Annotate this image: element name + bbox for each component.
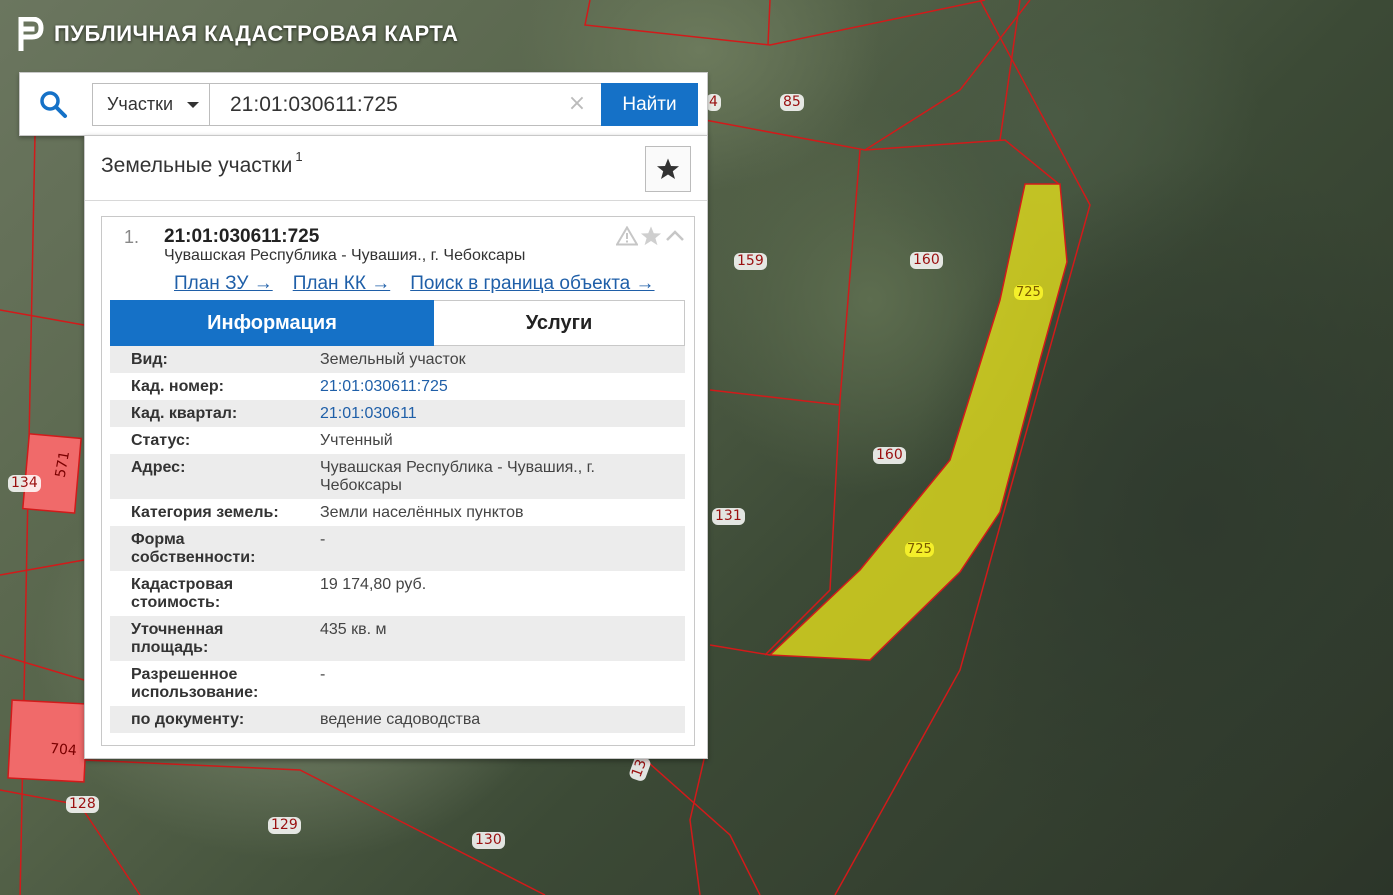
card-links: План ЗУ → План КК → Поиск в граница объе… [174,273,655,295]
info-key: Категория земель: [131,504,279,521]
info-value: 435 кв. м [320,621,387,638]
card-actions [616,225,686,247]
info-key: Адрес: [131,459,186,476]
info-row-address: Адрес: Чувашская Республика - Чувашия., … [110,454,685,499]
parcel-571[interactable] [21,433,82,514]
tab-services[interactable]: Услуги [434,300,685,346]
info-key: Разрешенное использование: [131,666,259,701]
parcel-label[interactable]: 159 [734,253,767,270]
cad-number-link[interactable]: 21:01:030611:725 [300,378,685,396]
info-value: ведение садоводства [320,711,481,728]
info-row-cad-quarter: Кад. квартал: 21:01:030611 [110,400,685,427]
result-cadastral-number[interactable]: 21:01:030611:725 [164,226,319,248]
panel-divider [85,200,707,201]
search-icon[interactable] [38,89,68,119]
selected-parcel-label[interactable]: 725 [905,542,934,557]
info-key: Уточненная площадь: [131,621,224,656]
info-key: Форма собственности: [131,531,256,566]
info-row-by-document: по документу: ведение садоводства [110,706,685,733]
search-type-select[interactable]: Участки [92,83,210,126]
search-input[interactable] [209,83,602,126]
rosreestr-logo-icon[interactable] [18,17,44,51]
info-row-type: Вид: Земельный участок [110,346,685,373]
parcel-label[interactable]: 134 [8,475,41,492]
plan-kk-link[interactable]: План КК → [293,273,391,295]
plan-zu-link[interactable]: План ЗУ → [174,273,273,295]
search-type-label: Участки [107,94,173,114]
cad-quarter-link[interactable]: 21:01:030611 [300,405,685,423]
result-address: Чувашская Республика - Чувашия., г. Чебо… [164,247,526,264]
info-value: 19 174,80 руб. [320,576,427,593]
info-row-cadastral-value: Кадастровая стоимость: 19 174,80 руб. [110,571,685,616]
parcel-label[interactable]: 131 [712,508,745,525]
clear-search-icon[interactable]: × [566,91,588,117]
info-key: Статус: [131,432,191,449]
info-value: Земельный участок [320,351,466,368]
parcel-label[interactable]: 4 [706,94,721,111]
info-key: Кад. номер: [131,378,224,395]
favorites-button[interactable] [645,146,691,192]
info-key: Кадастровая стоимость: [131,576,234,611]
result-count: 1 [295,149,303,164]
search-bar: Участки × Найти [19,72,708,136]
info-row-status: Статус: Учтенный [110,427,685,454]
info-key: по документу: [131,711,245,728]
star-icon [657,158,679,179]
parcel-label[interactable]: 128 [66,796,99,813]
info-row-permitted-use: Разрешенное использование: - [110,661,685,706]
tab-information[interactable]: Информация [110,300,434,346]
info-value: - [320,531,326,548]
results-panel: Земельные участки 1 1. 21:01:030611:725 Ч… [84,135,708,759]
warning-icon[interactable] [616,226,638,246]
parcel-704[interactable] [7,699,89,783]
panel-title: Земельные участки 1 [101,149,303,178]
result-index: 1. [124,227,140,247]
star-icon[interactable] [640,225,662,247]
result-card[interactable]: 1. 21:01:030611:725 Чувашская Республика… [101,216,695,746]
chevron-down-icon [187,102,199,108]
parcel-label[interactable]: 85 [780,94,804,111]
info-value: Чувашская Республика - Чувашия., г. Чебо… [320,459,595,494]
app-header: ПУБЛИЧНАЯ КАДАСТРОВАЯ КАРТА [18,16,458,52]
app-title: ПУБЛИЧНАЯ КАДАСТРОВАЯ КАРТА [54,21,459,46]
info-key: Кад. квартал: [131,405,238,422]
panel-title-text: Земельные участки [101,154,293,177]
info-key: Вид: [131,351,168,368]
parcel-label[interactable]: 129 [268,817,301,834]
info-row-land-category: Категория земель: Земли населённых пункт… [110,499,685,526]
parcel-label[interactable]: 160 [873,447,906,464]
result-tabs: Информация Услуги [110,300,685,346]
info-row-cad-number: Кад. номер: 21:01:030611:725 [110,373,685,400]
chevron-up-icon[interactable] [664,226,686,246]
parcel-label[interactable]: 130 [472,832,505,849]
info-value: Учтенный [320,432,393,449]
info-row-ownership: Форма собственности: - [110,526,685,571]
info-value: Земли населённых пунктов [320,504,524,521]
parcel-label[interactable]: 704 [46,741,80,761]
find-button[interactable]: Найти [601,83,698,126]
info-value: - [320,666,326,683]
parcel-label[interactable]: 160 [910,252,943,269]
selected-parcel-label[interactable]: 725 [1014,285,1043,300]
search-within-object-link[interactable]: Поиск в граница объекта → [410,273,654,295]
info-table: Вид: Земельный участок Кад. номер: 21:01… [110,346,685,733]
info-row-area: Уточненная площадь: 435 кв. м [110,616,685,661]
